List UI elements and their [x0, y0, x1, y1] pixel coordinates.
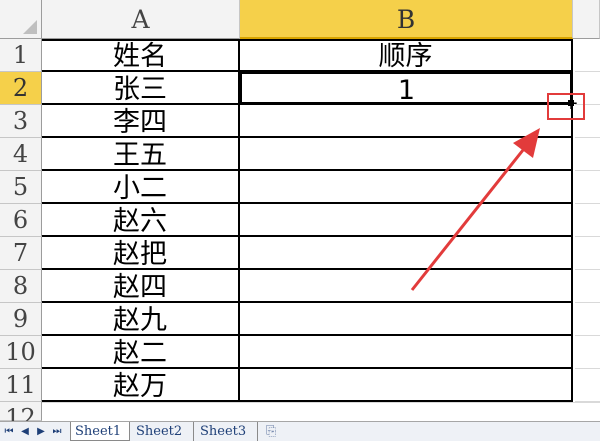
cell-b3[interactable] [240, 105, 573, 138]
cell-a1[interactable]: 姓名 [42, 39, 240, 72]
cell-b2[interactable]: 1 [240, 72, 573, 105]
sheet-tab-sheet3[interactable]: Sheet3 [196, 422, 258, 441]
cell-a11[interactable]: 赵万 [42, 369, 240, 402]
cell-b8[interactable] [240, 270, 573, 303]
column-c-gridline [575, 203, 600, 204]
cell-a2[interactable]: 张三 [42, 72, 240, 105]
sheet-tab-sheet1[interactable]: Sheet1 [70, 422, 130, 441]
column-header-c[interactable] [573, 0, 600, 39]
column-c-gridline [575, 401, 600, 402]
cell-b5[interactable] [240, 171, 573, 204]
row-header-11[interactable]: 11 [0, 369, 42, 402]
column-c-gridline [575, 104, 600, 105]
cell-a3[interactable]: 李四 [42, 105, 240, 138]
column-c-gridline [575, 236, 600, 237]
select-all-corner[interactable] [0, 0, 42, 39]
row-header-5[interactable]: 5 [0, 171, 42, 204]
column-c-gridline [575, 269, 600, 270]
column-header-a[interactable]: A [42, 0, 240, 39]
cell-b4[interactable] [240, 138, 573, 171]
column-c-gridline [575, 71, 600, 72]
new-sheet-icon[interactable]: ⎘ [262, 422, 288, 441]
row-header-9[interactable]: 9 [0, 303, 42, 336]
cell-b6[interactable] [240, 204, 573, 237]
cell-a4[interactable]: 王五 [42, 138, 240, 171]
cell-a7[interactable]: 赵把 [42, 237, 240, 270]
cell-a8[interactable]: 赵四 [42, 270, 240, 303]
row-header-1[interactable]: 1 [0, 39, 42, 72]
row-header-8[interactable]: 8 [0, 270, 42, 303]
row-header-10[interactable]: 10 [0, 336, 42, 369]
column-c-gridline [575, 302, 600, 303]
row12-gridline [42, 402, 600, 403]
row-header-7[interactable]: 7 [0, 237, 42, 270]
row-header-4[interactable]: 4 [0, 138, 42, 171]
select-all-icon [23, 20, 37, 34]
cell-b10[interactable] [240, 336, 573, 369]
row-header-3[interactable]: 3 [0, 105, 42, 138]
column-c-gridline [575, 170, 600, 171]
first-sheet-icon[interactable]: ⏮ [2, 425, 16, 439]
cell-a6[interactable]: 赵六 [42, 204, 240, 237]
prev-sheet-icon[interactable]: ◀ [18, 425, 32, 439]
sheet-tab-bar: ⏮ ◀ ▶ ⏭ Sheet1 Sheet2 Sheet3 ⎘ [0, 421, 600, 441]
cell-a10[interactable]: 赵二 [42, 336, 240, 369]
column-header-b[interactable]: B [240, 0, 573, 39]
row-header-12[interactable]: 12 [0, 402, 42, 432]
sheet-tab-sheet2[interactable]: Sheet2 [132, 422, 194, 441]
table-top-border [42, 39, 573, 41]
cell-b1[interactable]: 顺序 [240, 39, 573, 72]
cell-b11[interactable] [240, 369, 573, 402]
cell-a5[interactable]: 小二 [42, 171, 240, 204]
next-sheet-icon[interactable]: ▶ [34, 425, 48, 439]
spreadsheet-grid[interactable]: AB 1 2 3 4 5 6 7 8 9 10 11 12 姓名 顺序 张三 1 李四 王五 小二 赵六 赵把 赵四 赵九… [0, 0, 600, 435]
column-c-gridline [575, 368, 600, 369]
row-header-6[interactable]: 6 [0, 204, 42, 237]
cell-a9[interactable]: 赵九 [42, 303, 240, 336]
column-c-gridline [575, 335, 600, 336]
cell-b7[interactable] [240, 237, 573, 270]
column-c-gridline [575, 137, 600, 138]
last-sheet-icon[interactable]: ⏭ [50, 425, 64, 439]
row-header-2[interactable]: 2 [0, 72, 42, 105]
cell-b9[interactable] [240, 303, 573, 336]
